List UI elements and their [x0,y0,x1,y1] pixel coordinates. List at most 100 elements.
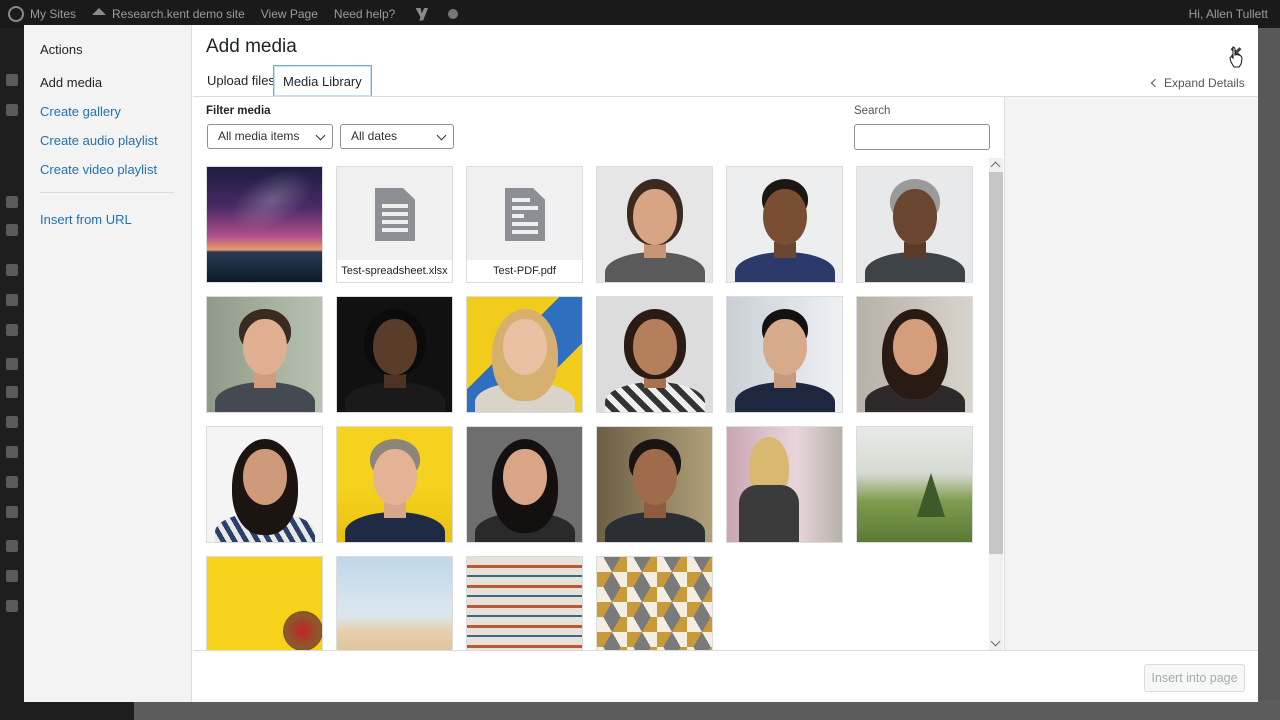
portrait-image [727,297,842,412]
chevron-left-icon [1150,78,1160,88]
need-help-link[interactable]: Need help? [326,0,403,28]
attachment-thumbnail[interactable] [596,426,713,543]
mouse-cursor-icon [1229,46,1243,68]
attachment-thumbnail[interactable] [466,296,583,413]
mail-icon[interactable] [6,570,18,582]
attachment-filename: Test-PDF.pdf [467,260,582,282]
document-icon [505,188,545,241]
user-account-link[interactable]: Hi, Allen Tullett [1181,0,1280,28]
backpack-shape [739,485,799,542]
portrait-image [597,297,712,412]
collapse-icon[interactable] [6,600,18,612]
yoast-menu-icon[interactable] [6,540,18,552]
posts-icon[interactable] [6,104,18,116]
yoast-menu[interactable] [403,0,440,28]
settings-icon[interactable] [6,476,18,488]
admin-bar: My Sites Research.kent demo site View Pa… [0,0,1280,28]
plugins-icon[interactable] [6,386,18,398]
site-name-link[interactable]: Research.kent demo site [84,0,253,28]
tab-upload-files[interactable]: Upload files [198,65,284,97]
attachment-thumbnail[interactable] [726,296,843,413]
menu-item-create-video-playlist[interactable]: Create video playlist [40,162,157,177]
attachment-details-sidebar [1004,97,1258,650]
attachment-thumbnail[interactable] [726,426,843,543]
attachment-thumbnail[interactable] [206,296,323,413]
milky-way-glow [220,167,322,245]
menu-item-create-gallery[interactable]: Create gallery [40,104,121,119]
attachment-thumbnail[interactable] [336,426,453,543]
attachments-grid: Test-spreadsheet.xlsx Test-PDF.pdf [206,166,986,650]
my-sites-link[interactable]: My Sites [0,0,84,28]
attachment-thumbnail[interactable] [336,556,453,650]
portrait-image [207,297,322,412]
menu-item-add-media[interactable]: Add media [40,75,102,90]
dashboard-icon[interactable] [6,74,18,86]
portrait-image [597,167,712,282]
media-icon[interactable] [6,224,18,236]
portrait-image [857,297,972,412]
attachment-filename: Test-spreadsheet.xlsx [337,260,452,282]
expand-details-link[interactable]: Expand Details [1150,76,1245,90]
pin-icon[interactable] [6,196,18,208]
grid-icon[interactable] [6,506,18,518]
attachment-thumbnail[interactable] [206,426,323,543]
filter-media-label: Filter media [206,105,271,117]
pages-icon[interactable] [6,264,18,276]
menu-item-insert-from-url[interactable]: Insert from URL [40,212,132,227]
grid-scrollbar[interactable] [989,158,1003,650]
attachment-thumbnail[interactable]: Test-PDF.pdf [466,166,583,283]
footer-divider [193,650,1258,651]
media-date-select[interactable]: All dates [340,124,454,149]
home-icon [92,7,107,15]
admin-menu-strip [0,28,24,720]
portrait-image [727,167,842,282]
portrait-image [337,297,452,412]
scroll-up-icon[interactable] [990,161,1001,172]
attachment-thumbnail[interactable] [336,296,453,413]
yoast-icon [415,7,429,21]
search-label: Search [854,105,891,117]
tools-icon[interactable] [6,446,18,458]
admin-bottom-strip [24,700,134,720]
page-icon[interactable] [6,324,18,336]
status-dot [440,0,466,28]
portrait-image [337,427,452,542]
portrait-image [207,427,322,542]
attachment-thumbnail[interactable] [596,166,713,283]
attachment-thumbnail[interactable] [726,166,843,283]
tab-media-library[interactable]: Media Library [273,65,372,97]
spreadsheet-icon [375,188,415,241]
attachment-thumbnail[interactable] [466,556,583,650]
portrait-image [467,427,582,542]
attachment-thumbnail[interactable] [596,296,713,413]
users-icon[interactable] [6,416,18,428]
view-page-link[interactable]: View Page [253,0,326,28]
attachment-thumbnail[interactable] [206,166,323,283]
menu-separator [40,192,174,193]
portrait-image [467,297,582,412]
scrollbar-thumb[interactable] [989,172,1003,554]
appearance-icon[interactable] [6,358,18,370]
portrait-image [857,167,972,282]
attachment-thumbnail[interactable] [206,556,323,650]
media-modal: Actions Add media Create gallery Create … [24,25,1258,702]
attachment-thumbnail[interactable]: Test-spreadsheet.xlsx [336,166,453,283]
menu-item-create-audio-playlist[interactable]: Create audio playlist [40,133,158,148]
attachment-thumbnail[interactable] [856,296,973,413]
attachment-thumbnail[interactable] [856,166,973,283]
media-router-menu: Actions Add media Create gallery Create … [24,25,192,702]
attachment-thumbnail[interactable] [856,426,973,543]
attachment-thumbnail[interactable] [466,426,583,543]
status-dot-icon [448,9,459,19]
portrait-image [597,427,712,542]
chevron-down-icon [436,130,447,141]
insert-into-page-button[interactable]: Insert into page [1144,664,1245,692]
modal-title: Add media [206,36,297,57]
page-backdrop-strip [134,700,1280,720]
search-input[interactable] [854,124,990,150]
attachment-thumbnail[interactable] [596,556,713,650]
menu-heading: Actions [40,42,83,57]
comments-icon[interactable] [6,294,18,306]
media-type-select[interactable]: All media items [207,124,333,149]
scroll-down-icon[interactable] [990,636,1001,647]
